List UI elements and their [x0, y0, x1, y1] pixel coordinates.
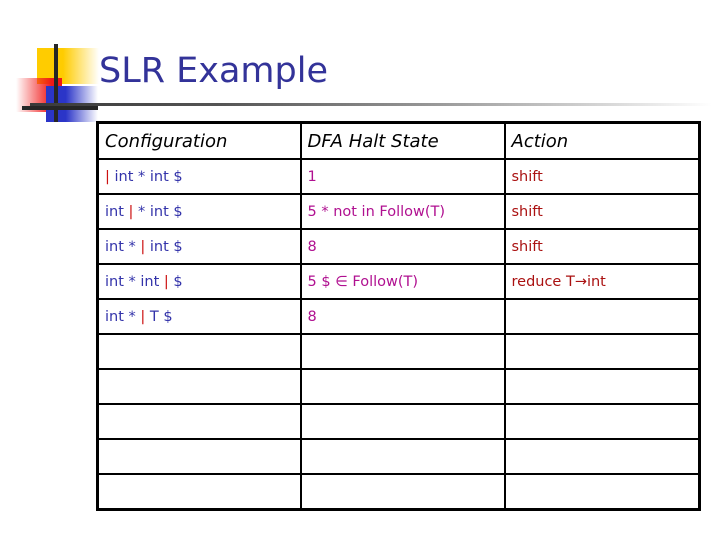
configuration-suffix: * int $ — [133, 203, 183, 220]
table-row — [96, 438, 701, 475]
table-row — [96, 368, 701, 405]
configuration-prefix: int * int — [105, 273, 164, 290]
table-row: int | * int $5 * not in Follow(T) shift — [96, 193, 701, 230]
cell-configuration: int * | T $ — [96, 298, 302, 335]
table-row: | int * int $1 shift — [96, 158, 701, 195]
slr-parse-trace-table: Configuration DFA Halt State Action | in… — [96, 121, 701, 511]
cell-action: shift — [503, 158, 701, 195]
cell-dfa-halt-state: 5 * not in Follow(T) — [299, 193, 506, 230]
table-row: int * | T $8 — [96, 298, 701, 335]
cell-configuration: | int * int $ — [96, 158, 302, 195]
cell-dfa-halt-state — [299, 403, 506, 440]
table-row — [96, 403, 701, 440]
cell-action — [503, 473, 701, 511]
cell-dfa-halt-state: 8 — [299, 298, 506, 335]
cell-dfa-halt-state — [299, 333, 506, 370]
configuration-suffix: $ — [168, 273, 183, 290]
cell-configuration — [96, 403, 302, 440]
configuration-prefix: int * — [105, 238, 141, 255]
configuration-prefix: int * — [105, 308, 141, 325]
table-header-row: Configuration DFA Halt State Action — [96, 121, 701, 160]
cell-action: shift — [503, 193, 701, 230]
cell-dfa-halt-state — [299, 438, 506, 475]
cell-action: reduce T→int — [503, 263, 701, 300]
cell-configuration: int | * int $ — [96, 193, 302, 230]
cell-action — [503, 438, 701, 475]
table-row: int * int | $5 $ ∈ Follow(T) reduce T→int — [96, 263, 701, 300]
table-row — [96, 473, 701, 511]
cell-configuration: int * | int $ — [96, 228, 302, 265]
cell-dfa-halt-state — [299, 368, 506, 405]
cell-configuration — [96, 473, 302, 511]
table-row: int * | int $8 shift — [96, 228, 701, 265]
cell-action — [503, 333, 701, 370]
configuration-suffix: T $ — [145, 308, 173, 325]
title-divider — [30, 103, 712, 106]
cell-dfa-halt-state: 1 — [299, 158, 506, 195]
cell-action: shift — [503, 228, 701, 265]
page-title: SLR Example — [99, 51, 329, 91]
column-header-action: Action — [503, 121, 701, 160]
cell-configuration — [96, 438, 302, 475]
cell-dfa-halt-state: 5 $ ∈ Follow(T) — [299, 263, 506, 300]
configuration-suffix: int $ — [145, 238, 183, 255]
cell-action — [503, 368, 701, 405]
cell-action — [503, 403, 701, 440]
column-header-configuration: Configuration — [96, 121, 302, 160]
logo-horizontal-line — [22, 106, 98, 110]
column-header-dfa-halt-state: DFA Halt State — [299, 121, 506, 160]
cell-dfa-halt-state — [299, 473, 506, 511]
configuration-prefix: int — [105, 203, 129, 220]
slide-logo — [16, 44, 99, 122]
cell-dfa-halt-state: 8 — [299, 228, 506, 265]
cell-configuration: int * int | $ — [96, 263, 302, 300]
cell-action — [503, 298, 701, 335]
table-row — [96, 333, 701, 370]
cell-configuration — [96, 368, 302, 405]
configuration-suffix: int * int $ — [109, 168, 183, 185]
cell-configuration — [96, 333, 302, 370]
logo-vertical-line — [54, 44, 58, 122]
